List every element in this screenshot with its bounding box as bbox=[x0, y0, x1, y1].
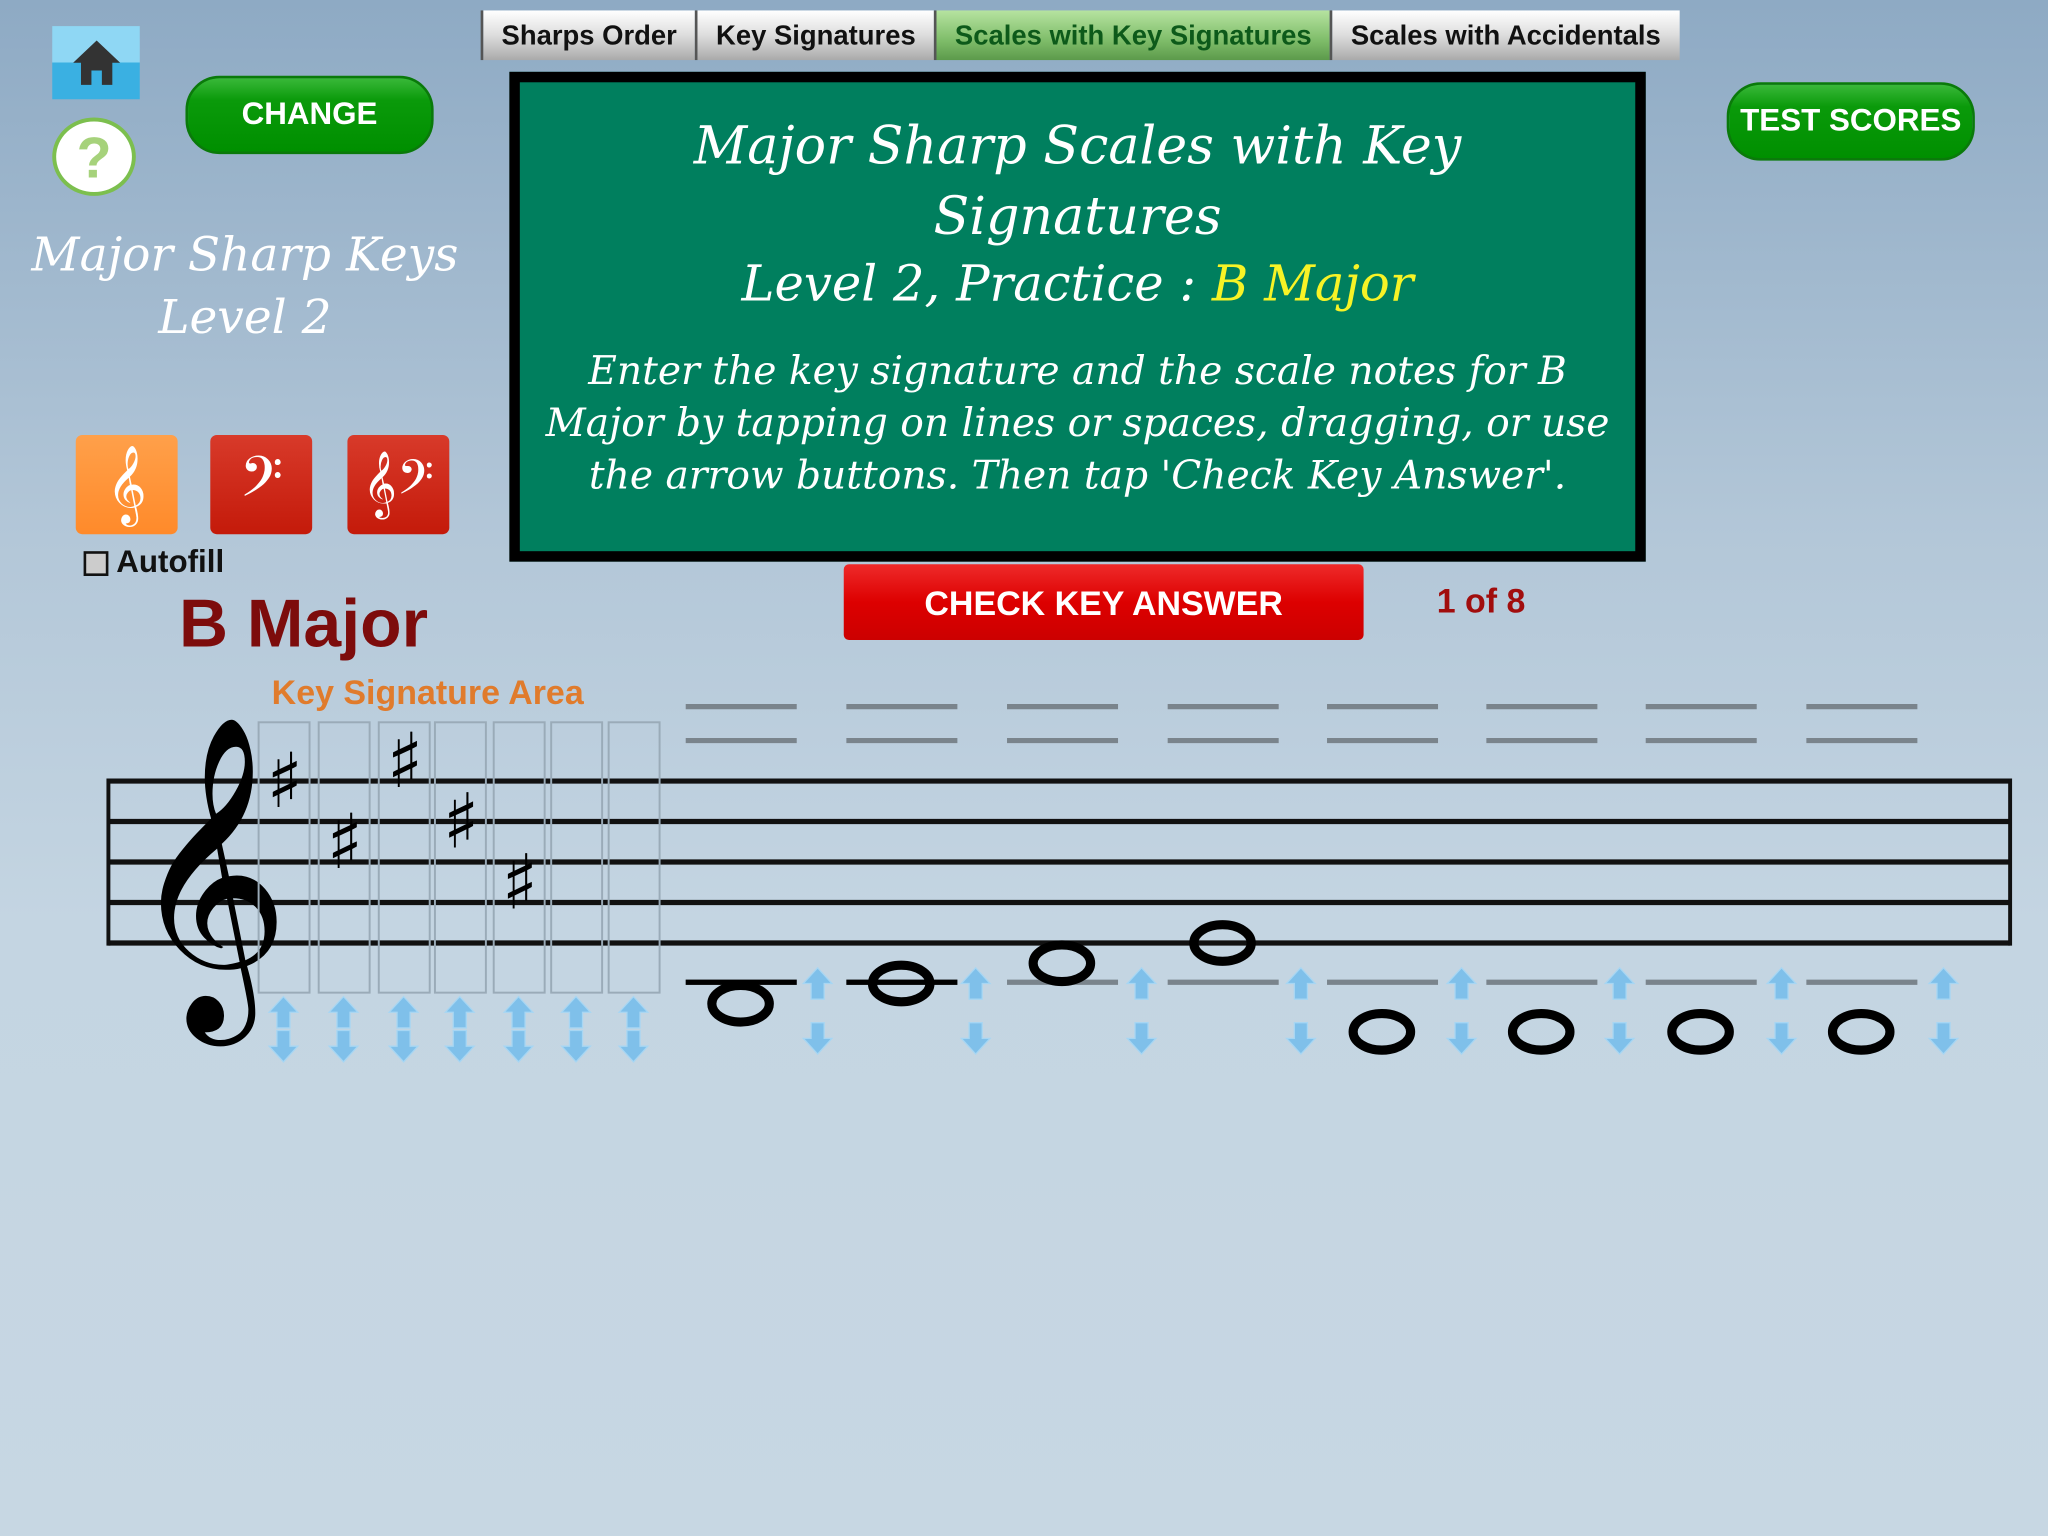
sharp-icon[interactable]: ♯ bbox=[443, 778, 480, 866]
up-arrow-icon[interactable] bbox=[1285, 966, 1317, 1000]
sharp-icon[interactable]: ♯ bbox=[387, 717, 424, 805]
down-arrow-icon[interactable] bbox=[1765, 1022, 1798, 1056]
sharp-icon[interactable]: ♯ bbox=[326, 798, 363, 886]
up-arrow-icon[interactable] bbox=[387, 995, 420, 1029]
up-arrow-icon[interactable] bbox=[443, 995, 476, 1029]
down-arrow-icon[interactable] bbox=[1927, 1022, 1960, 1056]
down-arrow-icon[interactable] bbox=[267, 1029, 300, 1063]
up-arrow-icon[interactable] bbox=[1125, 966, 1158, 1000]
down-arrow-icon[interactable] bbox=[327, 1029, 360, 1063]
up-arrow-icon[interactable] bbox=[1603, 966, 1636, 1000]
key-signature-slot[interactable] bbox=[550, 721, 604, 994]
up-arrow-icon[interactable] bbox=[959, 966, 992, 1000]
music-staff[interactable]: 𝄞♯♯♯♯♯ bbox=[0, 0, 2048, 1536]
whole-note[interactable] bbox=[707, 980, 774, 1027]
up-arrow-icon[interactable] bbox=[617, 995, 650, 1029]
down-arrow-icon[interactable] bbox=[801, 1022, 834, 1056]
up-arrow-icon[interactable] bbox=[560, 995, 592, 1029]
down-arrow-icon[interactable] bbox=[617, 1029, 650, 1063]
whole-note[interactable] bbox=[1028, 940, 1096, 987]
app-screen: ? CHANGE TEST SCORES Major Sharp Keys Le… bbox=[0, 0, 2048, 1536]
up-arrow-icon[interactable] bbox=[1765, 966, 1798, 1000]
whole-note[interactable] bbox=[1667, 1008, 1734, 1055]
whole-note[interactable] bbox=[1507, 1008, 1575, 1055]
up-arrow-icon[interactable] bbox=[1927, 966, 1960, 1000]
key-signature-slot[interactable] bbox=[607, 721, 661, 994]
up-arrow-icon[interactable] bbox=[1445, 966, 1478, 1000]
down-arrow-icon[interactable] bbox=[443, 1029, 476, 1063]
whole-note[interactable] bbox=[1827, 1008, 1895, 1055]
down-arrow-icon[interactable] bbox=[560, 1029, 592, 1063]
down-arrow-icon[interactable] bbox=[1445, 1022, 1478, 1056]
down-arrow-icon[interactable] bbox=[1603, 1022, 1636, 1056]
down-arrow-icon[interactable] bbox=[387, 1029, 420, 1063]
up-arrow-icon[interactable] bbox=[801, 966, 834, 1000]
sharp-icon[interactable]: ♯ bbox=[266, 737, 303, 825]
up-arrow-icon[interactable] bbox=[327, 995, 360, 1029]
down-arrow-icon[interactable] bbox=[502, 1029, 535, 1063]
down-arrow-icon[interactable] bbox=[1125, 1022, 1158, 1056]
down-arrow-icon[interactable] bbox=[959, 1022, 992, 1056]
up-arrow-icon[interactable] bbox=[502, 995, 535, 1029]
whole-note[interactable] bbox=[1348, 1008, 1416, 1055]
sharp-icon[interactable]: ♯ bbox=[502, 838, 539, 926]
down-arrow-icon[interactable] bbox=[1285, 1022, 1317, 1056]
